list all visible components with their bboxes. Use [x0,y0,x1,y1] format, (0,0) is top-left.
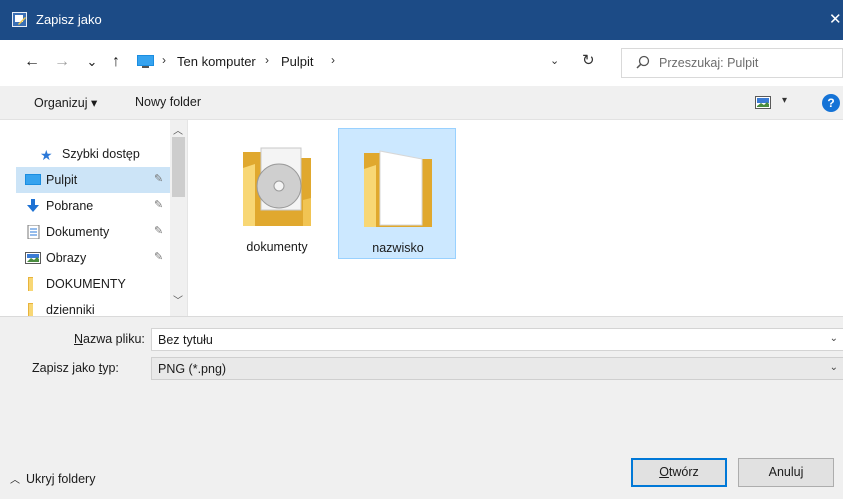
sidebar-item-label: dzienniki [46,303,95,316]
breadcrumb-separator: › [162,53,166,67]
scroll-down-arrow-icon[interactable]: ﹀ [173,292,183,307]
sidebar-item-label: Pulpit [46,173,78,187]
hide-folders-button[interactable]: ︿ Ukryj foldery [10,471,95,486]
scrollbar-thumb[interactable] [172,137,185,197]
search-input[interactable]: Przeszukaj: Pulpit [621,48,843,78]
file-type-dropdown[interactable]: ⌄ [830,362,838,373]
filename-input[interactable]: Bez tytułu ⌄ [151,328,843,351]
folder-icon [28,303,33,316]
search-placeholder: Przeszukaj: Pulpit [659,56,759,70]
filename-dropdown[interactable]: ⌄ [830,333,838,344]
file-type-value: PNG (*.png) [158,362,227,376]
sidebar-item-dokumenty-folder[interactable]: DOKUMENTY [16,271,170,297]
sidebar-item-downloads[interactable]: Pobrane ✎ [16,193,170,219]
quick-access-label: Szybki dostęp [62,147,140,161]
help-button[interactable]: ? [822,94,840,112]
window-title: Zapisz jako [36,12,102,27]
forward-button[interactable]: → [52,52,72,72]
breadcrumb-separator[interactable]: › [331,53,335,67]
sidebar-item-label: Pobrane [46,199,94,213]
navigation-pane: ★ Szybki dostęp Pulpit ✎ Pobrane ✎ Dokum… [0,120,188,316]
save-button[interactable]: Otwórz [631,458,727,487]
file-list: dokumenty nazwisko [188,120,843,316]
up-button[interactable]: ↑ [106,52,126,72]
address-history-dropdown[interactable]: ⌄ [550,54,559,67]
recent-locations-button[interactable]: ⌄ [82,52,102,72]
back-button[interactable]: ← [22,52,42,72]
navigation-scrollbar[interactable]: ︿ ﹀ [170,120,187,316]
pictures-icon [25,252,41,264]
folder-with-disc-icon [243,147,311,226]
address-bar[interactable]: › Ten komputer › Pulpit › [134,48,576,76]
filename-label: Nazwa pliku: [74,332,145,346]
star-icon: ★ [40,147,53,163]
sidebar-item-label: Dokumenty [46,225,110,239]
command-toolbar: Organizuj ▾ Nowy folder ▾ ? [0,86,843,120]
file-tile-nazwisko[interactable]: nazwisko [338,128,456,259]
breadcrumb-this-pc[interactable]: Ten komputer [177,54,256,69]
close-button[interactable]: ✕ [821,0,843,40]
view-options-dropdown[interactable]: ▾ [782,95,787,106]
search-icon [636,55,650,69]
desktop-icon [25,174,41,185]
breadcrumb-desktop[interactable]: Pulpit [281,54,314,69]
breadcrumb-separator: › [265,53,269,67]
save-form: Nazwa pliku: Bez tytułu ⌄ Zapisz jako ty… [0,316,843,499]
refresh-button[interactable]: ↻ [582,51,595,69]
pin-icon: ✎ [154,173,164,185]
file-tile-dokumenty[interactable]: dokumenty [218,128,336,259]
sidebar-item-dzienniki-folder[interactable]: dzienniki [16,297,170,316]
new-folder-button[interactable]: Nowy folder [135,95,201,109]
pin-icon: ✎ [154,225,164,237]
file-name: nazwisko [372,241,424,255]
scroll-up-arrow-icon[interactable]: ︿ [173,122,183,137]
filename-value: Bez tytułu [158,333,213,347]
pin-icon: ✎ [154,251,164,263]
folder-icon [28,277,33,291]
cancel-button[interactable]: Anuluj [738,458,834,487]
file-type-label: Zapisz jako typ: [32,361,119,375]
hide-folders-label: Ukryj foldery [26,472,96,486]
documents-icon [27,225,40,239]
sidebar-item-pictures[interactable]: Obrazy ✎ [16,245,170,271]
sidebar-item-documents[interactable]: Dokumenty ✎ [16,219,170,245]
file-name: dokumenty [246,240,308,254]
address-row: ← → ⌄ ↑ › Ten komputer › Pulpit › ⌄ ↻ Pr… [0,40,843,86]
sidebar-item-desktop[interactable]: Pulpit ✎ [16,167,170,193]
chevron-up-icon: ︿ [10,475,20,486]
folder-icon [364,150,432,227]
sidebar-item-label: DOKUMENTY [46,277,126,291]
computer-icon [137,55,154,68]
change-view-icon[interactable] [755,96,771,109]
pin-icon: ✎ [154,199,164,211]
sidebar-item-label: Obrazy [46,251,87,265]
file-type-select[interactable]: PNG (*.png) ⌄ [151,357,843,380]
title-bar: Zapisz jako ✕ [0,0,843,40]
organize-menu[interactable]: Organizuj ▾ [34,95,97,110]
paint-app-icon [12,12,27,27]
download-icon [27,199,39,212]
